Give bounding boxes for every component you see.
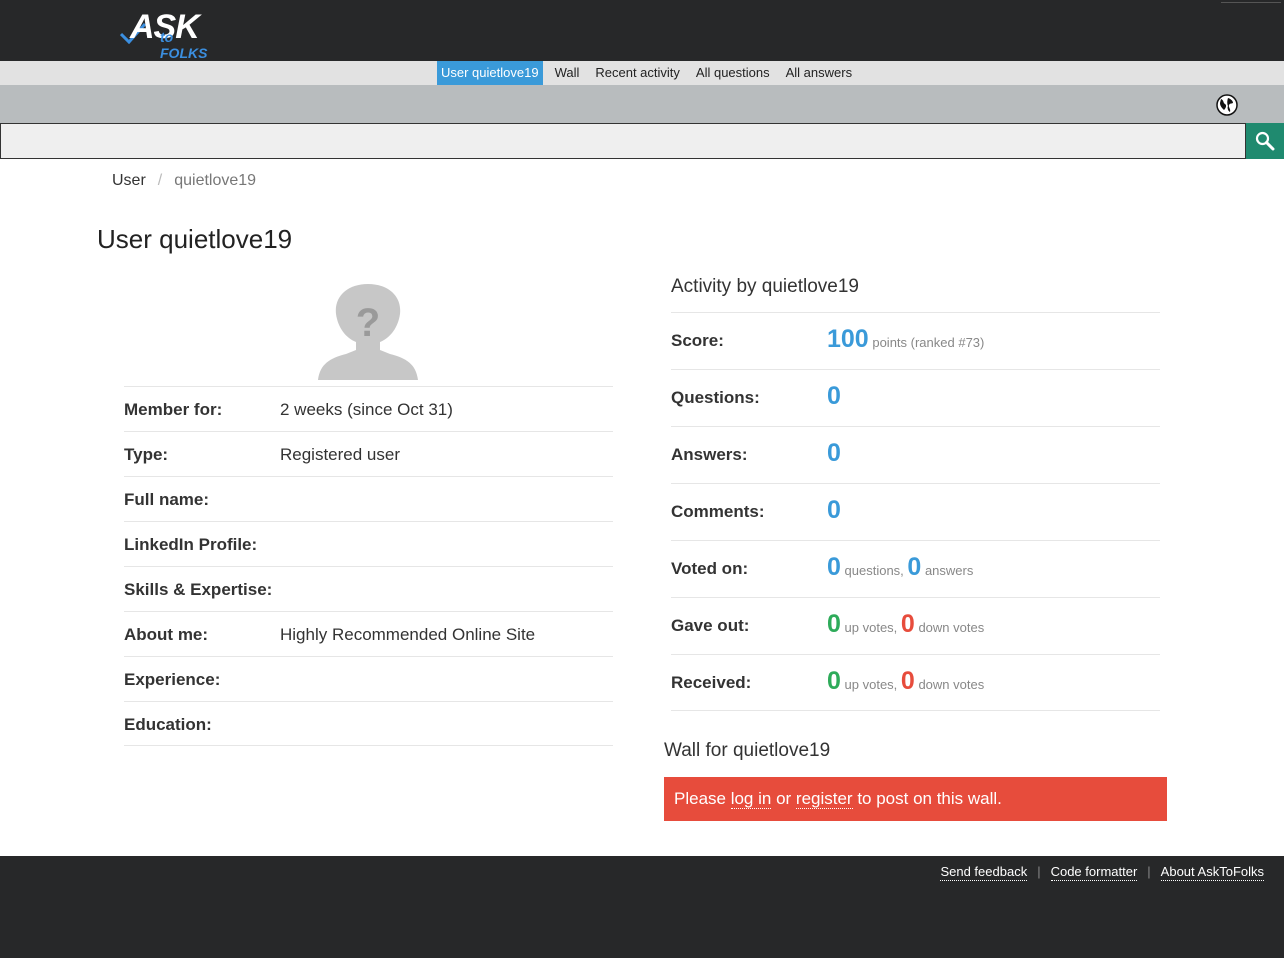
profile-row-linkedin: LinkedIn Profile: — [124, 521, 613, 566]
nav-tab-all-questions[interactable]: All questions — [690, 61, 776, 85]
profile-row-skills: Skills & Expertise: — [124, 566, 613, 611]
search-icon — [1255, 131, 1275, 151]
header-divider — [1221, 2, 1281, 3]
profile-label: Type: — [124, 445, 169, 464]
profile-table: Member for: 2 weeks (since Oct 31) Type:… — [124, 386, 613, 746]
voted-answers-count: 0 — [907, 553, 922, 581]
activity-row-score: Score: 100 points (ranked #73) — [671, 312, 1160, 369]
nav-tab-all-answers[interactable]: All answers — [780, 61, 858, 85]
received-down-votes-text: down votes — [918, 677, 985, 692]
profile-row-type: Type: Registered user — [124, 431, 613, 476]
received-up-votes-count: 0 — [827, 667, 841, 695]
activity-row-comments: Comments: 0 — [671, 483, 1160, 540]
profile-label: Education: — [124, 715, 212, 734]
footer-link-send-feedback[interactable]: Send feedback — [940, 864, 1028, 881]
voted-questions-text: questions, — [844, 563, 904, 578]
answers-count: 0 — [827, 439, 841, 467]
footer-separator: | — [1147, 864, 1151, 879]
profile-label: About me: — [124, 625, 209, 644]
gave-down-votes-text: down votes — [918, 620, 985, 635]
profile-value: 2 weeks (since Oct 31) — [280, 400, 453, 419]
search-bar — [0, 123, 1284, 159]
activity-table: Score: 100 points (ranked #73) Questions… — [671, 312, 1160, 711]
breadcrumb: User / quietlove19 — [112, 172, 256, 190]
footer-link-code-formatter[interactable]: Code formatter — [1050, 864, 1138, 881]
activity-value: 0 up votes, 0 down votes — [827, 610, 984, 639]
score-points: 100 — [827, 325, 869, 353]
activity-label: Questions: — [671, 388, 760, 407]
activity-row-gave-out: Gave out: 0 up votes, 0 down votes — [671, 597, 1160, 654]
search-input[interactable] — [0, 123, 1246, 159]
nav-tab-recent-activity[interactable]: Recent activity — [589, 61, 686, 85]
globe-icon[interactable] — [1216, 94, 1238, 116]
profile-label: Skills & Expertise: — [124, 580, 273, 599]
voted-questions-count: 0 — [827, 553, 841, 581]
activity-label: Gave out: — [671, 616, 750, 635]
score-suffix: points (ranked #73) — [872, 335, 985, 350]
activity-value: 0 up votes, 0 down votes — [827, 667, 984, 696]
profile-row-member-for: Member for: 2 weeks (since Oct 31) — [124, 386, 613, 431]
comments-count: 0 — [827, 496, 841, 524]
register-link[interactable]: register — [795, 789, 853, 809]
questions-count: 0 — [827, 382, 841, 410]
search-button[interactable] — [1246, 123, 1284, 159]
received-up-votes-text: up votes, — [844, 677, 898, 692]
svg-text:?: ? — [356, 301, 380, 345]
wall-login-alert: Please log in or register to post on thi… — [664, 777, 1167, 821]
footer-links: Send feedback | Code formatter | About A… — [940, 864, 1264, 881]
profile-row-experience: Experience: — [124, 656, 613, 701]
profile-row-full-name: Full name: — [124, 476, 613, 521]
activity-row-answers: Answers: 0 — [671, 426, 1160, 483]
wall-msg-before: Please — [674, 789, 731, 808]
activity-row-questions: Questions: 0 — [671, 369, 1160, 426]
activity-row-voted-on: Voted on: 0 questions, 0 answers — [671, 540, 1160, 597]
footer-link-about[interactable]: About AskToFolks — [1160, 864, 1264, 881]
activity-label: Answers: — [671, 445, 748, 464]
breadcrumb-current: quietlove19 — [174, 172, 257, 189]
nav-tab-user[interactable]: User quietlove19 — [437, 61, 543, 85]
page-title: User quietlove19 — [97, 224, 293, 254]
profile-label: Full name: — [124, 490, 210, 509]
gave-up-votes-text: up votes, — [844, 620, 898, 635]
nav-bar: User quietlove19 Wall Recent activity Al… — [0, 61, 1284, 85]
profile-value: Registered user — [280, 445, 401, 464]
toolbar-band — [0, 85, 1284, 123]
wall-msg-after: to post on this wall. — [852, 789, 1002, 808]
profile-label: LinkedIn Profile: — [124, 535, 258, 554]
site-logo[interactable]: ASK to FOLKS — [120, 8, 224, 61]
footer-separator: | — [1037, 864, 1041, 879]
breadcrumb-user[interactable]: User — [112, 172, 146, 190]
wall-msg-or: or — [771, 789, 796, 808]
activity-value: 0 — [827, 439, 841, 468]
activity-value: 0 questions, 0 answers — [827, 553, 973, 582]
activity-label: Voted on: — [671, 559, 749, 578]
voted-answers-text: answers — [924, 563, 974, 578]
logo-text-folks: to FOLKS — [160, 29, 208, 61]
profile-value: Highly Recommended Online Site — [280, 625, 536, 644]
activity-value: 0 — [827, 382, 841, 411]
activity-value: 100 points (ranked #73) — [827, 325, 984, 354]
anonymous-avatar-icon: ? — [316, 284, 420, 380]
nav-tab-wall[interactable]: Wall — [549, 61, 586, 85]
footer: Send feedback | Code formatter | About A… — [0, 856, 1284, 958]
activity-label: Score: — [671, 331, 724, 350]
wall-title: Wall for quietlove19 — [664, 740, 831, 761]
profile-label: Member for: — [124, 400, 223, 419]
top-header: ASK to FOLKS — [0, 0, 1284, 61]
nav-links: User quietlove19 Wall Recent activity Al… — [437, 61, 862, 85]
profile-label: Experience: — [124, 670, 221, 689]
gave-down-votes-count: 0 — [900, 610, 915, 638]
activity-label: Comments: — [671, 502, 765, 521]
received-down-votes-count: 0 — [900, 667, 915, 695]
gave-up-votes-count: 0 — [827, 610, 841, 638]
profile-row-about-me: About me: Highly Recommended Online Site — [124, 611, 613, 656]
activity-label: Received: — [671, 673, 752, 692]
activity-row-received: Received: 0 up votes, 0 down votes — [671, 654, 1160, 711]
breadcrumb-separator: / — [157, 172, 163, 189]
profile-row-education: Education: — [124, 701, 613, 746]
login-link[interactable]: log in — [730, 789, 772, 809]
activity-value: 0 — [827, 496, 841, 525]
activity-title: Activity by quietlove19 — [671, 276, 859, 297]
